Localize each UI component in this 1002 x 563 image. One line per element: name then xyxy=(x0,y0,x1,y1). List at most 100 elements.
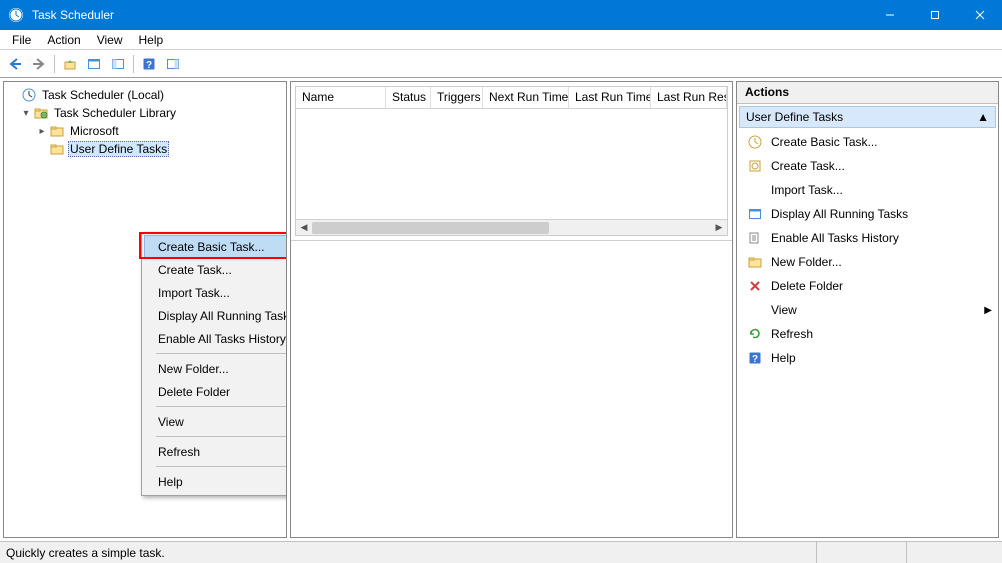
ctx-new-folder[interactable]: New Folder... xyxy=(144,357,287,380)
ctx-help[interactable]: Help xyxy=(144,470,287,493)
actions-subheader[interactable]: User Define Tasks ▲ xyxy=(739,106,996,128)
ctx-enable-history[interactable]: Enable All Tasks History xyxy=(144,327,287,350)
tree-root[interactable]: Task Scheduler (Local) xyxy=(6,86,284,104)
back-button[interactable] xyxy=(4,53,26,75)
library-icon xyxy=(33,105,49,121)
ctx-view[interactable]: View▶ xyxy=(144,410,287,433)
ctx-create-task[interactable]: Create Task... xyxy=(144,258,287,281)
tree-userdef[interactable]: User Define Tasks xyxy=(6,140,284,158)
ctx-separator xyxy=(156,466,287,467)
forward-button[interactable] xyxy=(28,53,50,75)
action-create-basic-task[interactable]: Create Basic Task... xyxy=(737,130,998,154)
folder-icon xyxy=(49,141,65,157)
ctx-separator xyxy=(156,406,287,407)
tree-library-label: Task Scheduler Library xyxy=(52,106,178,120)
status-cell xyxy=(816,542,906,563)
col-triggers[interactable]: Triggers xyxy=(431,87,483,108)
actions-subheader-label: User Define Tasks xyxy=(746,110,843,124)
action-refresh[interactable]: Refresh xyxy=(737,322,998,346)
ctx-label: Refresh xyxy=(158,445,200,459)
tree-microsoft[interactable]: ▸ Microsoft xyxy=(6,122,284,140)
window-title: Task Scheduler xyxy=(32,8,867,22)
ctx-import-task[interactable]: Import Task... xyxy=(144,281,287,304)
ctx-label: Enable All Tasks History xyxy=(158,332,286,346)
col-nextrun[interactable]: Next Run Time xyxy=(483,87,569,108)
ctx-refresh[interactable]: Refresh xyxy=(144,440,287,463)
task-icon xyxy=(747,158,763,174)
list-header: Name Status Triggers Next Run Time Last … xyxy=(296,87,727,109)
ctx-create-basic-task[interactable]: Create Basic Task... xyxy=(144,235,287,258)
panel-toggle-2[interactable] xyxy=(107,53,129,75)
action-new-folder[interactable]: New Folder... xyxy=(737,250,998,274)
menubar: File Action View Help xyxy=(0,30,1002,50)
action-enable-history[interactable]: Enable All Tasks History xyxy=(737,226,998,250)
action-create-task[interactable]: Create Task... xyxy=(737,154,998,178)
tree-panel: Task Scheduler (Local) ▾ Task Scheduler … xyxy=(3,81,287,538)
action-label: Import Task... xyxy=(771,183,843,197)
context-menu: Create Basic Task... Create Task... Impo… xyxy=(141,232,287,496)
menu-file[interactable]: File xyxy=(4,31,39,49)
refresh-icon xyxy=(747,326,763,342)
col-name[interactable]: Name xyxy=(296,87,386,108)
action-display-all[interactable]: Display All Running Tasks xyxy=(737,202,998,226)
action-delete-folder[interactable]: Delete Folder xyxy=(737,274,998,298)
list-body[interactable] xyxy=(296,109,727,219)
action-help[interactable]: ? Help xyxy=(737,346,998,370)
ctx-delete-folder[interactable]: Delete Folder xyxy=(144,380,287,403)
menu-view[interactable]: View xyxy=(89,31,131,49)
toolbar: ? xyxy=(0,50,1002,78)
close-button[interactable] xyxy=(957,0,1002,30)
col-lastres[interactable]: Last Run Res xyxy=(651,87,727,108)
col-lastrun[interactable]: Last Run Time xyxy=(569,87,651,108)
ctx-display-all[interactable]: Display All Running Tasks xyxy=(144,304,287,327)
scroll-right-icon[interactable]: ▶ xyxy=(711,222,727,233)
chevron-up-icon: ▲ xyxy=(977,110,989,124)
action-label: Help xyxy=(771,351,796,365)
horizontal-scrollbar[interactable]: ◀ ▶ xyxy=(296,219,727,235)
expander-icon[interactable]: ▸ xyxy=(36,126,48,137)
ctx-label: Delete Folder xyxy=(158,385,230,399)
tree-library[interactable]: ▾ Task Scheduler Library xyxy=(6,104,284,122)
main-area: Task Scheduler (Local) ▾ Task Scheduler … xyxy=(0,78,1002,541)
ctx-label: View xyxy=(158,415,184,429)
col-status[interactable]: Status xyxy=(386,87,431,108)
expander-icon[interactable]: ▾ xyxy=(20,108,32,119)
task-detail-panel xyxy=(291,240,732,537)
up-folder-button[interactable] xyxy=(59,53,81,75)
ctx-separator xyxy=(156,436,287,437)
actions-title: Actions xyxy=(737,82,998,104)
action-import-task[interactable]: Import Task... xyxy=(737,178,998,202)
help-icon: ? xyxy=(747,350,763,366)
window-controls xyxy=(867,0,1002,30)
running-icon xyxy=(747,206,763,222)
status-text: Quickly creates a simple task. xyxy=(6,546,816,560)
wizard-icon xyxy=(747,134,763,150)
panel-toggle-3[interactable] xyxy=(162,53,184,75)
minimize-button[interactable] xyxy=(867,0,912,30)
toolbar-separator xyxy=(54,55,55,73)
svg-text:?: ? xyxy=(146,60,152,71)
statusbar: Quickly creates a simple task. xyxy=(0,541,1002,563)
tree-microsoft-label: Microsoft xyxy=(68,124,121,138)
action-label: Delete Folder xyxy=(771,279,843,293)
blank-icon xyxy=(747,302,763,318)
scroll-left-icon[interactable]: ◀ xyxy=(296,222,312,233)
ctx-label: Display All Running Tasks xyxy=(158,309,287,323)
action-label: Enable All Tasks History xyxy=(771,231,899,245)
toolbar-separator xyxy=(133,55,134,73)
action-view[interactable]: View ▶ xyxy=(737,298,998,322)
menu-action[interactable]: Action xyxy=(39,31,88,49)
scroll-thumb[interactable] xyxy=(312,222,549,234)
clock-icon xyxy=(21,87,37,103)
panel-toggle-1[interactable] xyxy=(83,53,105,75)
menu-help[interactable]: Help xyxy=(131,31,172,49)
import-icon xyxy=(747,182,763,198)
history-icon xyxy=(747,230,763,246)
action-label: Create Basic Task... xyxy=(771,135,878,149)
status-cell xyxy=(906,542,996,563)
help-button[interactable]: ? xyxy=(138,53,160,75)
app-icon xyxy=(8,7,24,23)
task-list-panel: Name Status Triggers Next Run Time Last … xyxy=(290,81,733,538)
maximize-button[interactable] xyxy=(912,0,957,30)
chevron-right-icon: ▶ xyxy=(984,305,992,316)
